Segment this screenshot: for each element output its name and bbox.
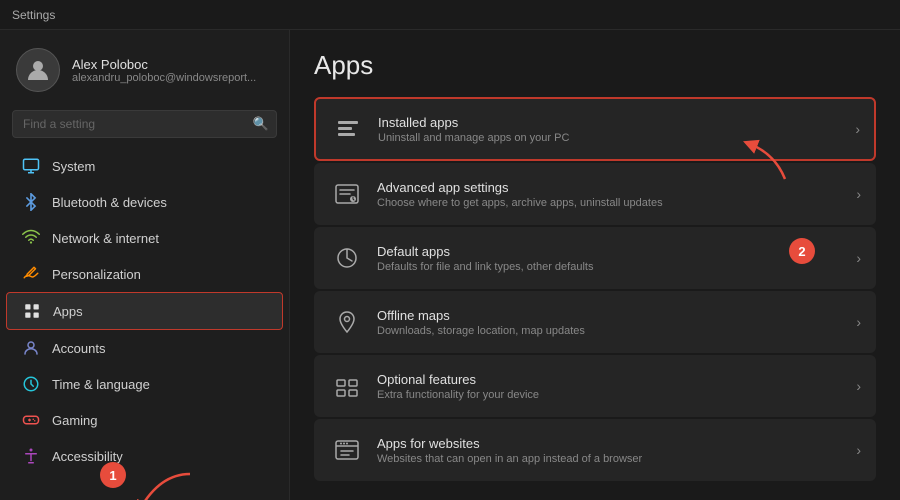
person-icon	[22, 339, 40, 357]
chevron-icon-default: ›	[856, 250, 861, 266]
user-info: Alex Poloboc alexandru_poloboc@windowsre…	[72, 57, 256, 84]
main-layout: Alex Poloboc alexandru_poloboc@windowsre…	[0, 30, 900, 500]
sidebar-item-label-personalization: Personalization	[52, 267, 141, 282]
settings-item-offline-maps[interactable]: Offline maps Downloads, storage location…	[314, 291, 876, 353]
settings-list: Installed apps Uninstall and manage apps…	[314, 97, 876, 481]
monitor-icon	[22, 157, 40, 175]
optional-features-text: Optional features Extra functionality fo…	[377, 372, 848, 401]
installed-apps-text: Installed apps Uninstall and manage apps…	[378, 115, 847, 144]
search-icon: 🔍	[253, 116, 269, 132]
brush-icon	[22, 265, 40, 283]
apps-for-websites-desc: Websites that can open in an app instead…	[377, 453, 848, 465]
sidebar-item-label-time: Time & language	[52, 377, 150, 392]
sidebar-item-label-bluetooth: Bluetooth & devices	[52, 195, 167, 210]
installed-apps-icon	[330, 111, 366, 147]
advanced-settings-desc: Choose where to get apps, archive apps, …	[377, 197, 848, 209]
sidebar-item-label-apps: Apps	[53, 304, 83, 319]
optional-features-icon	[329, 368, 365, 404]
user-name: Alex Poloboc	[72, 57, 256, 72]
sidebar-item-accounts[interactable]: Accounts	[6, 330, 283, 366]
content-area: Apps Installed apps Uninstall and manage…	[290, 30, 900, 500]
apps-for-websites-icon	[329, 432, 365, 468]
chevron-icon-advanced: ›	[856, 186, 861, 202]
page-title: Apps	[314, 50, 876, 81]
search-box: 🔍	[12, 110, 277, 138]
sidebar-item-personalization[interactable]: Personalization	[6, 256, 283, 292]
sidebar-item-label-network: Network & internet	[52, 231, 159, 246]
advanced-settings-icon	[329, 176, 365, 212]
title-bar-text: Settings	[12, 8, 55, 22]
user-email: alexandru_poloboc@windowsreport...	[72, 72, 256, 84]
sidebar-item-network[interactable]: Network & internet	[6, 220, 283, 256]
optional-features-title: Optional features	[377, 372, 848, 387]
wifi-icon	[22, 229, 40, 247]
sidebar-item-system[interactable]: System	[6, 148, 283, 184]
chevron-icon-installed: ›	[855, 121, 860, 137]
apps-for-websites-text: Apps for websites Websites that can open…	[377, 436, 848, 465]
search-input[interactable]	[12, 110, 277, 138]
settings-item-optional-features[interactable]: Optional features Extra functionality fo…	[314, 355, 876, 417]
optional-features-desc: Extra functionality for your device	[377, 389, 848, 401]
installed-apps-title: Installed apps	[378, 115, 847, 130]
apps-icon	[23, 302, 41, 320]
apps-for-websites-title: Apps for websites	[377, 436, 848, 451]
clock-icon	[22, 375, 40, 393]
accessibility-icon	[22, 447, 40, 465]
sidebar-item-accessibility[interactable]: Accessibility	[6, 438, 283, 474]
offline-maps-desc: Downloads, storage location, map updates	[377, 325, 848, 337]
advanced-settings-title: Advanced app settings	[377, 180, 848, 195]
settings-item-installed-apps[interactable]: Installed apps Uninstall and manage apps…	[314, 97, 876, 161]
chevron-icon-maps: ›	[856, 314, 861, 330]
sidebar-item-bluetooth[interactable]: Bluetooth & devices	[6, 184, 283, 220]
settings-item-apps-for-websites[interactable]: Apps for websites Websites that can open…	[314, 419, 876, 481]
installed-apps-desc: Uninstall and manage apps on your PC	[378, 132, 847, 144]
offline-maps-title: Offline maps	[377, 308, 848, 323]
offline-maps-text: Offline maps Downloads, storage location…	[377, 308, 848, 337]
game-icon	[22, 411, 40, 429]
sidebar-item-time[interactable]: Time & language	[6, 366, 283, 402]
offline-maps-icon	[329, 304, 365, 340]
user-profile[interactable]: Alex Poloboc alexandru_poloboc@windowsre…	[0, 38, 289, 106]
chevron-icon-websites: ›	[856, 442, 861, 458]
annotation-2: 2	[789, 238, 815, 264]
bluetooth-icon	[22, 193, 40, 211]
title-bar: Settings	[0, 0, 900, 30]
sidebar-item-label-system: System	[52, 159, 95, 174]
settings-item-advanced[interactable]: Advanced app settings Choose where to ge…	[314, 163, 876, 225]
sidebar-item-label-accounts: Accounts	[52, 341, 105, 356]
sidebar: Alex Poloboc alexandru_poloboc@windowsre…	[0, 30, 290, 500]
annotation-1: 1	[100, 462, 126, 488]
default-apps-desc: Defaults for file and link types, other …	[377, 261, 848, 273]
sidebar-item-label-gaming: Gaming	[52, 413, 98, 428]
sidebar-item-apps[interactable]: Apps	[6, 292, 283, 330]
chevron-icon-optional: ›	[856, 378, 861, 394]
default-apps-icon	[329, 240, 365, 276]
nav-list: System Bluetooth & devices	[0, 148, 289, 474]
advanced-settings-text: Advanced app settings Choose where to ge…	[377, 180, 848, 209]
default-apps-title: Default apps	[377, 244, 848, 259]
avatar	[16, 48, 60, 92]
sidebar-item-gaming[interactable]: Gaming	[6, 402, 283, 438]
default-apps-text: Default apps Defaults for file and link …	[377, 244, 848, 273]
